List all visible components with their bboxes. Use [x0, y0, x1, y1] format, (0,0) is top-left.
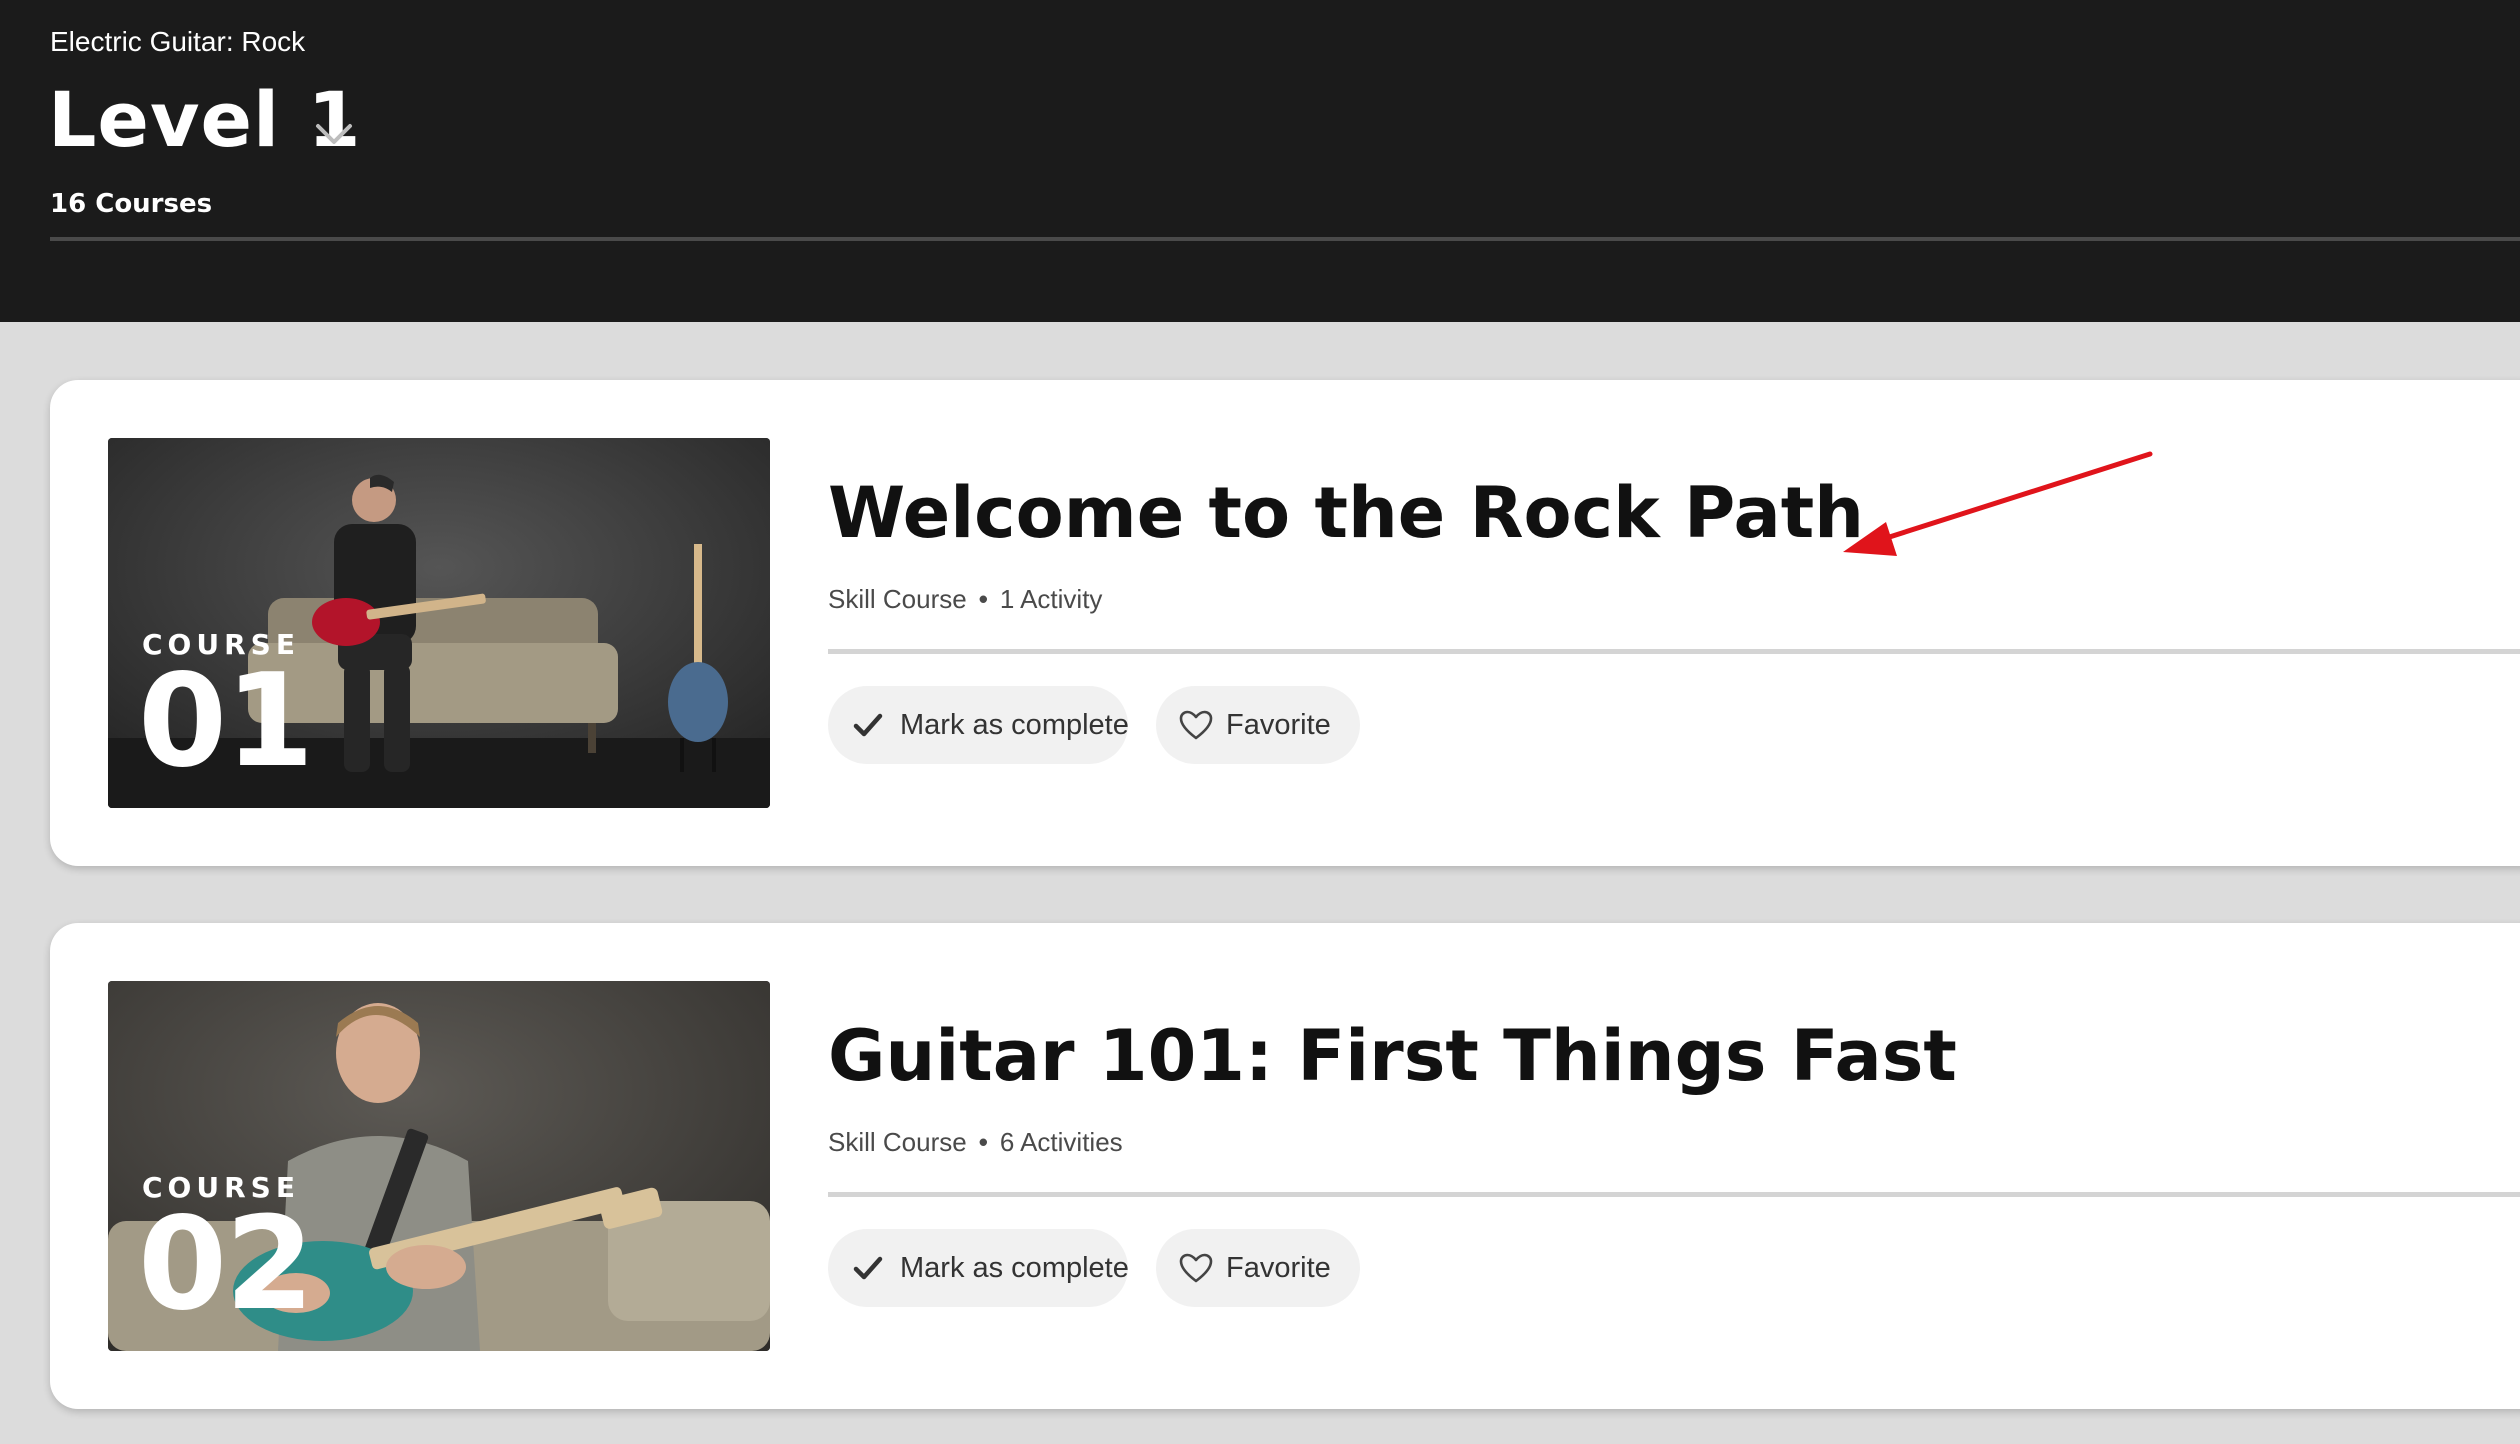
mark-complete-label: Mark as complete — [900, 709, 1129, 741]
course-type: Skill Course — [828, 1127, 967, 1157]
course-count: 16 Courses — [50, 189, 213, 219]
course-meta: Skill Course • 6 Activities — [828, 1125, 1123, 1159]
course-progress-bar — [828, 1192, 2520, 1197]
course-card[interactable]: COURSE 01 Welcome to the Rock Path Skill… — [50, 380, 2520, 866]
checkmark-icon — [853, 1256, 883, 1280]
level-header: Electric Guitar: Rock Level 1 16 Courses — [0, 0, 2520, 322]
course-progress-bar — [828, 649, 2520, 654]
course-thumbnail[interactable]: COURSE 01 — [108, 438, 770, 808]
mark-complete-button[interactable]: Mark as complete — [828, 686, 1129, 764]
course-number: 01 — [138, 647, 314, 796]
course-type: Skill Course — [828, 584, 967, 614]
course-title[interactable]: Guitar 101: First Things Fast — [828, 1011, 1957, 1101]
favorite-button[interactable]: Favorite — [1156, 686, 1360, 764]
course-title[interactable]: Welcome to the Rock Path — [828, 468, 1864, 558]
heart-icon — [1179, 710, 1213, 740]
mark-complete-button[interactable]: Mark as complete — [828, 1229, 1129, 1307]
course-card[interactable]: COURSE 02 Guitar 101: First Things Fast … — [50, 923, 2520, 1409]
mark-complete-label: Mark as complete — [900, 1252, 1129, 1284]
checkmark-icon — [853, 713, 883, 737]
header-divider — [50, 237, 2520, 241]
favorite-label: Favorite — [1226, 709, 1331, 741]
favorite-button[interactable]: Favorite — [1156, 1229, 1360, 1307]
activity-count: 6 Activities — [999, 1127, 1123, 1157]
separator-dot: • — [978, 584, 988, 614]
path-name[interactable]: Electric Guitar: Rock — [50, 24, 305, 60]
favorite-label: Favorite — [1226, 1252, 1331, 1284]
activity-count: 1 Activity — [999, 584, 1103, 614]
course-thumbnail[interactable]: COURSE 02 — [108, 981, 770, 1351]
course-number: 02 — [138, 1190, 314, 1339]
course-meta: Skill Course • 1 Activity — [828, 582, 1102, 616]
chevron-down-icon[interactable] — [312, 112, 356, 156]
separator-dot: • — [978, 1127, 988, 1157]
heart-icon — [1179, 1253, 1213, 1283]
